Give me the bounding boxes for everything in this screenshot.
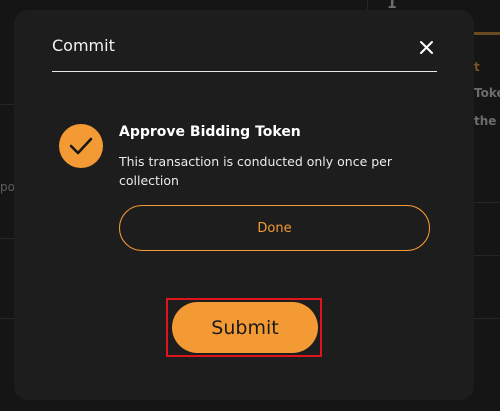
done-button[interactable]: Done xyxy=(119,205,430,251)
step-status-badge xyxy=(59,124,103,168)
background-text: po xyxy=(0,180,15,194)
modal-title: Commit xyxy=(52,36,115,55)
background-text: t xyxy=(474,60,480,74)
step-title: Approve Bidding Token xyxy=(119,124,301,140)
background-divider xyxy=(474,255,500,256)
background-divider xyxy=(474,202,500,203)
close-icon xyxy=(420,41,433,54)
commit-modal: Commit Approve Bidding Token This transa… xyxy=(14,10,474,400)
background-accent-bar xyxy=(474,32,500,35)
checkmark-icon xyxy=(69,137,93,155)
background-divider xyxy=(0,104,14,105)
background-divider xyxy=(0,318,14,319)
background-divider xyxy=(474,318,500,319)
done-button-label: Done xyxy=(257,220,292,236)
step-description: This transaction is conducted only once … xyxy=(119,154,393,188)
background-text: the p xyxy=(474,114,500,128)
close-button[interactable] xyxy=(414,36,438,60)
background-divider xyxy=(0,238,14,239)
submit-button-label: Submit xyxy=(211,316,279,339)
background-text: Toke xyxy=(474,86,500,100)
submit-button[interactable]: Submit xyxy=(172,302,318,353)
header-divider xyxy=(52,71,437,72)
